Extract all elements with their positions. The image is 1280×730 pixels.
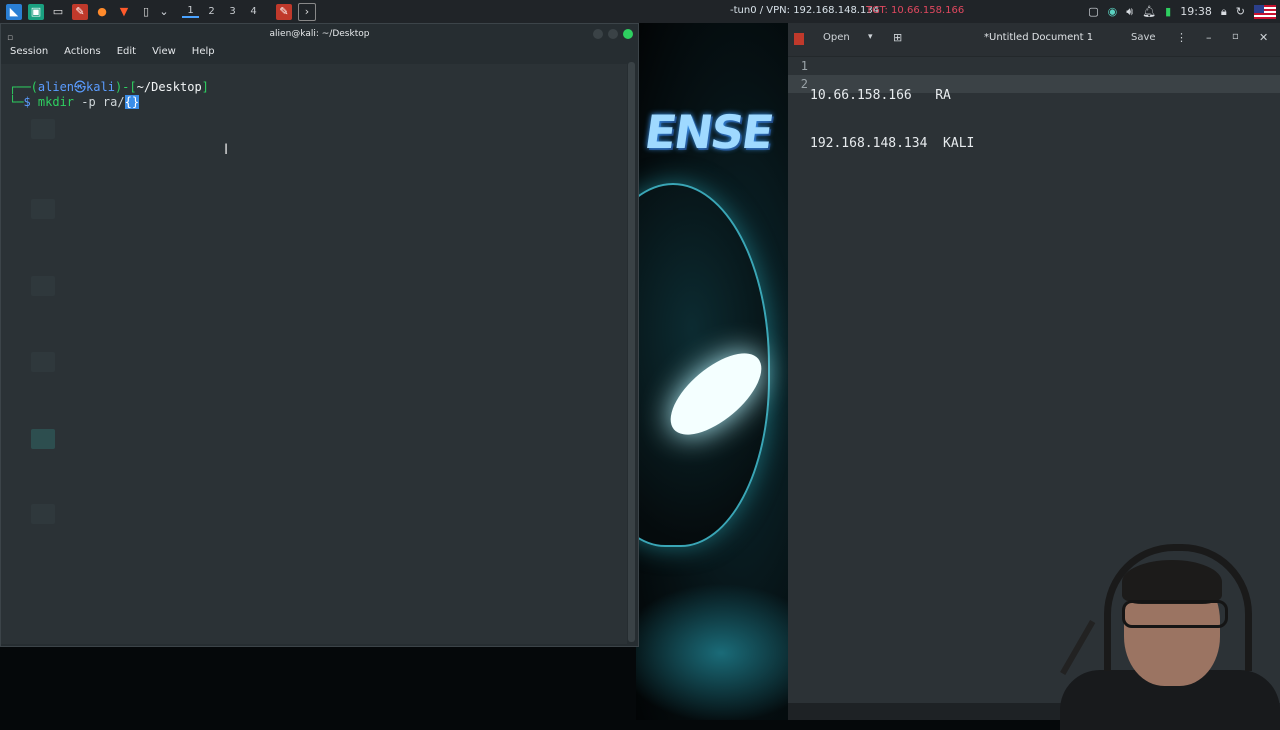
kali-menu-icon[interactable]: ◣: [6, 3, 22, 20]
terminal-window-icon[interactable]: ›: [298, 2, 316, 21]
prompt-host: kali: [86, 80, 115, 94]
ghost-icon: [31, 504, 55, 524]
notification-bell-icon[interactable]: 🔔︎: [1142, 5, 1156, 18]
command-args: -p ra/: [74, 95, 125, 109]
system-tray: ▢ ◉ 🔊︎ 🔔︎ ▮ 19:38 🔒︎ ↻: [1088, 0, 1280, 23]
webcam-overlay: [1030, 530, 1280, 730]
close-button[interactable]: [623, 29, 633, 39]
prompt-user: alien: [37, 80, 75, 94]
minimize-button[interactable]: –: [1206, 31, 1212, 44]
terminal-window[interactable]: ▫ alien@kali: ~/Desktop Session Actions …: [0, 23, 639, 647]
terminal-icon[interactable]: ▯: [138, 4, 154, 20]
workspace-3[interactable]: 3: [224, 6, 241, 17]
command-line[interactable]: └─$ mkdir -p ra/{}: [9, 95, 140, 109]
editor-text-area[interactable]: 10.66.158.166 RA 192.168.148.134 KALI: [810, 57, 974, 183]
save-button[interactable]: Save: [1131, 32, 1156, 43]
glow-graphic: [636, 583, 810, 720]
maximize-button[interactable]: ▫: [1232, 31, 1239, 42]
clock[interactable]: 19:38: [1180, 5, 1212, 18]
firefox-icon[interactable]: ●: [94, 4, 110, 20]
refresh-icon[interactable]: ↻: [1236, 5, 1245, 18]
terminal-content[interactable]: ┌──(alien㉿kali)-[~/Desktop] └─$ mkdir -p…: [1, 64, 627, 644]
editor-app-icon: [794, 33, 804, 45]
window-icon[interactable]: ▢: [1088, 5, 1098, 18]
desktop-wallpaper: ENSE: [636, 23, 810, 720]
vpn-status: -tun0 / VPN: 192.168.148.134: [730, 5, 880, 16]
menu-edit[interactable]: Edit: [117, 44, 136, 60]
editor-headerbar[interactable]: Open ▾ ⊞ *Untitled Document 1 Save ⋮ – ▫…: [788, 23, 1280, 57]
command-selection[interactable]: {}: [124, 95, 140, 109]
line-number: 2: [800, 77, 808, 91]
window-menu-icon[interactable]: ▫: [7, 28, 13, 48]
wallpaper-logo: ENSE: [641, 105, 776, 159]
terminal-launcher-icon[interactable]: ▣: [28, 3, 44, 20]
document-title: *Untitled Document 1: [984, 32, 1094, 43]
target-status: TGT: 10.66.158.166: [866, 5, 965, 16]
menu-actions[interactable]: Actions: [64, 44, 101, 60]
ghost-icon: [31, 276, 55, 296]
workspace-2[interactable]: 2: [203, 6, 220, 17]
taskbar: ◣ ▣ ▭ ✎ ● ▼ ▯ ⌄ 1 2 3 4 ✎ › -tun0 / VPN:…: [0, 0, 1280, 23]
editor-line[interactable]: 10.66.158.166 RA: [810, 87, 974, 105]
menu-view[interactable]: View: [152, 44, 176, 60]
open-dropdown-icon[interactable]: ▾: [868, 32, 873, 42]
open-button[interactable]: Open: [823, 32, 850, 43]
text-cursor-icon: I: [224, 142, 229, 158]
new-tab-icon[interactable]: ⊞: [893, 31, 902, 44]
prompt-at: ㉿: [74, 80, 87, 94]
workspace-4[interactable]: 4: [245, 6, 262, 17]
ghost-icon: [31, 199, 55, 219]
menu-dots-icon[interactable]: ⋮: [1176, 31, 1187, 44]
lock-icon[interactable]: 🔒︎: [1221, 5, 1227, 19]
prompt-line: ┌──(alien㉿kali)-[~/Desktop]: [9, 80, 209, 94]
file-manager-icon[interactable]: ▭: [50, 4, 66, 20]
minimize-button[interactable]: [593, 29, 603, 39]
ghost-icon: [31, 352, 55, 372]
workspace-1[interactable]: 1: [182, 5, 199, 18]
brave-icon[interactable]: ▼: [116, 4, 132, 20]
app-icon[interactable]: ◉: [1108, 5, 1118, 18]
menu-help[interactable]: Help: [192, 44, 215, 60]
maximize-button[interactable]: [608, 29, 618, 39]
terminal-menubar: Session Actions Edit View Help: [1, 44, 638, 60]
editor-line[interactable]: 192.168.148.134 KALI: [810, 135, 974, 153]
terminal-scrollbar[interactable]: [628, 62, 635, 642]
terminal-title: alien@kali: ~/Desktop: [269, 29, 370, 39]
line-number: 1: [800, 59, 808, 73]
close-button[interactable]: ✕: [1259, 31, 1268, 44]
text-editor-icon[interactable]: ✎: [72, 3, 88, 20]
volume-icon[interactable]: 🔊︎: [1126, 5, 1133, 19]
battery-icon[interactable]: ▮: [1165, 5, 1171, 18]
chevron-down-icon[interactable]: ⌄: [159, 4, 168, 20]
line-number-gutter: 1 2: [796, 57, 808, 93]
menu-session[interactable]: Session: [10, 44, 48, 60]
ghost-icon: [31, 429, 55, 449]
command-binary: mkdir: [37, 95, 75, 109]
terminal-titlebar[interactable]: ▫ alien@kali: ~/Desktop: [1, 24, 638, 44]
editor-window-icon[interactable]: ✎: [276, 3, 292, 20]
ghost-icon: [31, 119, 55, 139]
prompt-dir: ~/Desktop: [136, 80, 202, 94]
us-flag-icon[interactable]: [1254, 4, 1276, 19]
